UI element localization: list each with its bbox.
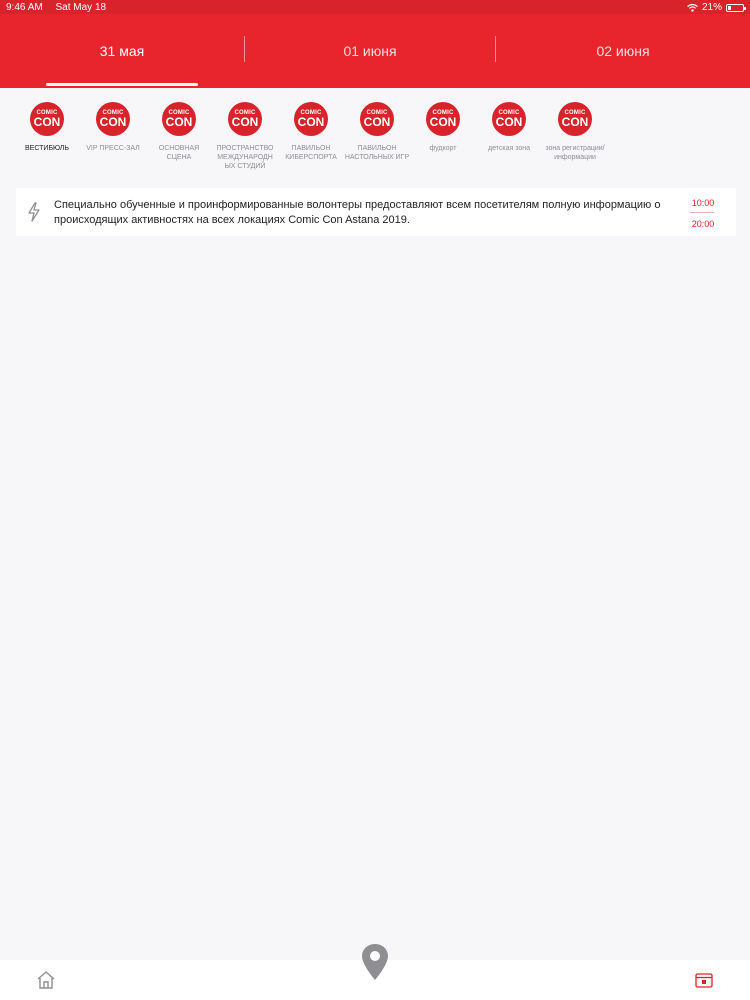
home-icon[interactable] bbox=[36, 970, 56, 990]
location-label: фудкорт bbox=[429, 145, 457, 152]
comic-con-logo: COMIC CON bbox=[96, 102, 130, 136]
status-time: 9:46 AM bbox=[6, 2, 43, 13]
status-date: Sat May 18 bbox=[55, 2, 107, 13]
comic-con-logo: COMIC CON bbox=[162, 102, 196, 136]
event-start-time: 10:00 bbox=[691, 198, 715, 208]
calendar-icon[interactable] bbox=[695, 972, 713, 988]
tab-label: 01 июня bbox=[343, 43, 397, 59]
status-bar: 9:46 AM Sat May 18 21% bbox=[0, 0, 750, 14]
comic-con-logo: COMIC CON bbox=[30, 102, 64, 136]
logo-text-bottom: CON bbox=[561, 115, 589, 129]
active-tab-indicator bbox=[46, 83, 198, 86]
battery-level bbox=[728, 5, 731, 10]
location-label: детская зона bbox=[488, 145, 530, 152]
tab-label: 02 июня bbox=[596, 43, 650, 59]
comic-con-logo: COMIC CON bbox=[492, 102, 526, 136]
tab-may-31[interactable]: 31 мая bbox=[0, 14, 244, 88]
logo-text-bottom: CON bbox=[429, 115, 457, 129]
location-item-vestibule[interactable]: COMIC CON ВЕСТИБЮЛЬ bbox=[14, 96, 80, 153]
comic-con-logo: COMIC CON bbox=[228, 102, 262, 136]
location-item-board-games[interactable]: COMIC CON ПАВИЛЬОН НАСТОЛЬНЫХ ИГР bbox=[344, 96, 410, 162]
time-divider bbox=[690, 212, 714, 213]
wifi-icon bbox=[687, 3, 698, 12]
comic-con-logo: COMIC CON bbox=[360, 102, 394, 136]
logo-text-bottom: CON bbox=[99, 115, 127, 129]
event-end-time: 20:00 bbox=[691, 219, 715, 229]
tab-label: 31 мая bbox=[99, 43, 145, 59]
date-tabs-header: 31 мая 01 июня 02 июня bbox=[0, 14, 750, 88]
location-item-vip-press[interactable]: COMIC CON VIP ПРЕСС-ЗАЛ bbox=[80, 96, 146, 153]
location-selector: COMIC CON ВЕСТИБЮЛЬ COMIC CON VIP ПРЕСС-ЗА… bbox=[14, 96, 734, 176]
logo-text-bottom: CON bbox=[33, 115, 61, 129]
location-label: ПРОСТРАНСТВО МЕЖДУНАРОДН ЫХ СТУДИЙ bbox=[216, 145, 274, 170]
location-label: ОСНОВНАЯ СЦЕНА bbox=[158, 145, 200, 161]
comic-con-logo: COMIC CON bbox=[558, 102, 592, 136]
tab-june-01[interactable]: 01 июня bbox=[245, 14, 495, 88]
location-item-international-studios[interactable]: COMIC CON ПРОСТРАНСТВО МЕЖДУНАРОДН ЫХ СТУ… bbox=[212, 96, 278, 171]
location-item-food-court[interactable]: COMIC CON фудкорт bbox=[410, 96, 476, 153]
logo-text-bottom: CON bbox=[231, 115, 259, 129]
location-item-main-stage[interactable]: COMIC CON ОСНОВНАЯ СЦЕНА bbox=[146, 96, 212, 162]
event-description: Специально обученные и проинформированны… bbox=[54, 199, 661, 226]
event-card[interactable]: Специально обученные и проинформированны… bbox=[16, 188, 736, 236]
location-item-registration[interactable]: COMIC CON зона регистрации/ информации bbox=[542, 96, 608, 162]
map-pin-icon[interactable] bbox=[360, 942, 390, 982]
lightning-icon bbox=[28, 202, 40, 222]
location-item-esports[interactable]: COMIC CON ПАВИЛЬОН КИБЕРСПОРТА bbox=[278, 96, 344, 162]
tab-june-02[interactable]: 02 июня bbox=[496, 14, 750, 88]
location-label: VIP ПРЕСС-ЗАЛ bbox=[86, 145, 140, 152]
location-label: ВЕСТИБЮЛЬ bbox=[24, 145, 69, 152]
location-label: ПАВИЛЬОН НАСТОЛЬНЫХ ИГР bbox=[344, 145, 410, 161]
location-item-kids-zone[interactable]: COMIC CON детская зона bbox=[476, 96, 542, 153]
location-label: зона регистрации/ информации bbox=[545, 145, 605, 161]
comic-con-logo: COMIC CON bbox=[294, 102, 328, 136]
logo-text-bottom: CON bbox=[165, 115, 193, 129]
battery-icon bbox=[726, 3, 746, 12]
comic-con-logo: COMIC CON bbox=[426, 102, 460, 136]
battery-percent: 21% bbox=[701, 2, 722, 13]
logo-text-bottom: CON bbox=[363, 115, 391, 129]
logo-text-bottom: CON bbox=[297, 115, 325, 129]
logo-text-bottom: CON bbox=[495, 115, 523, 129]
location-label: ПАВИЛЬОН КИБЕРСПОРТА bbox=[285, 145, 337, 161]
